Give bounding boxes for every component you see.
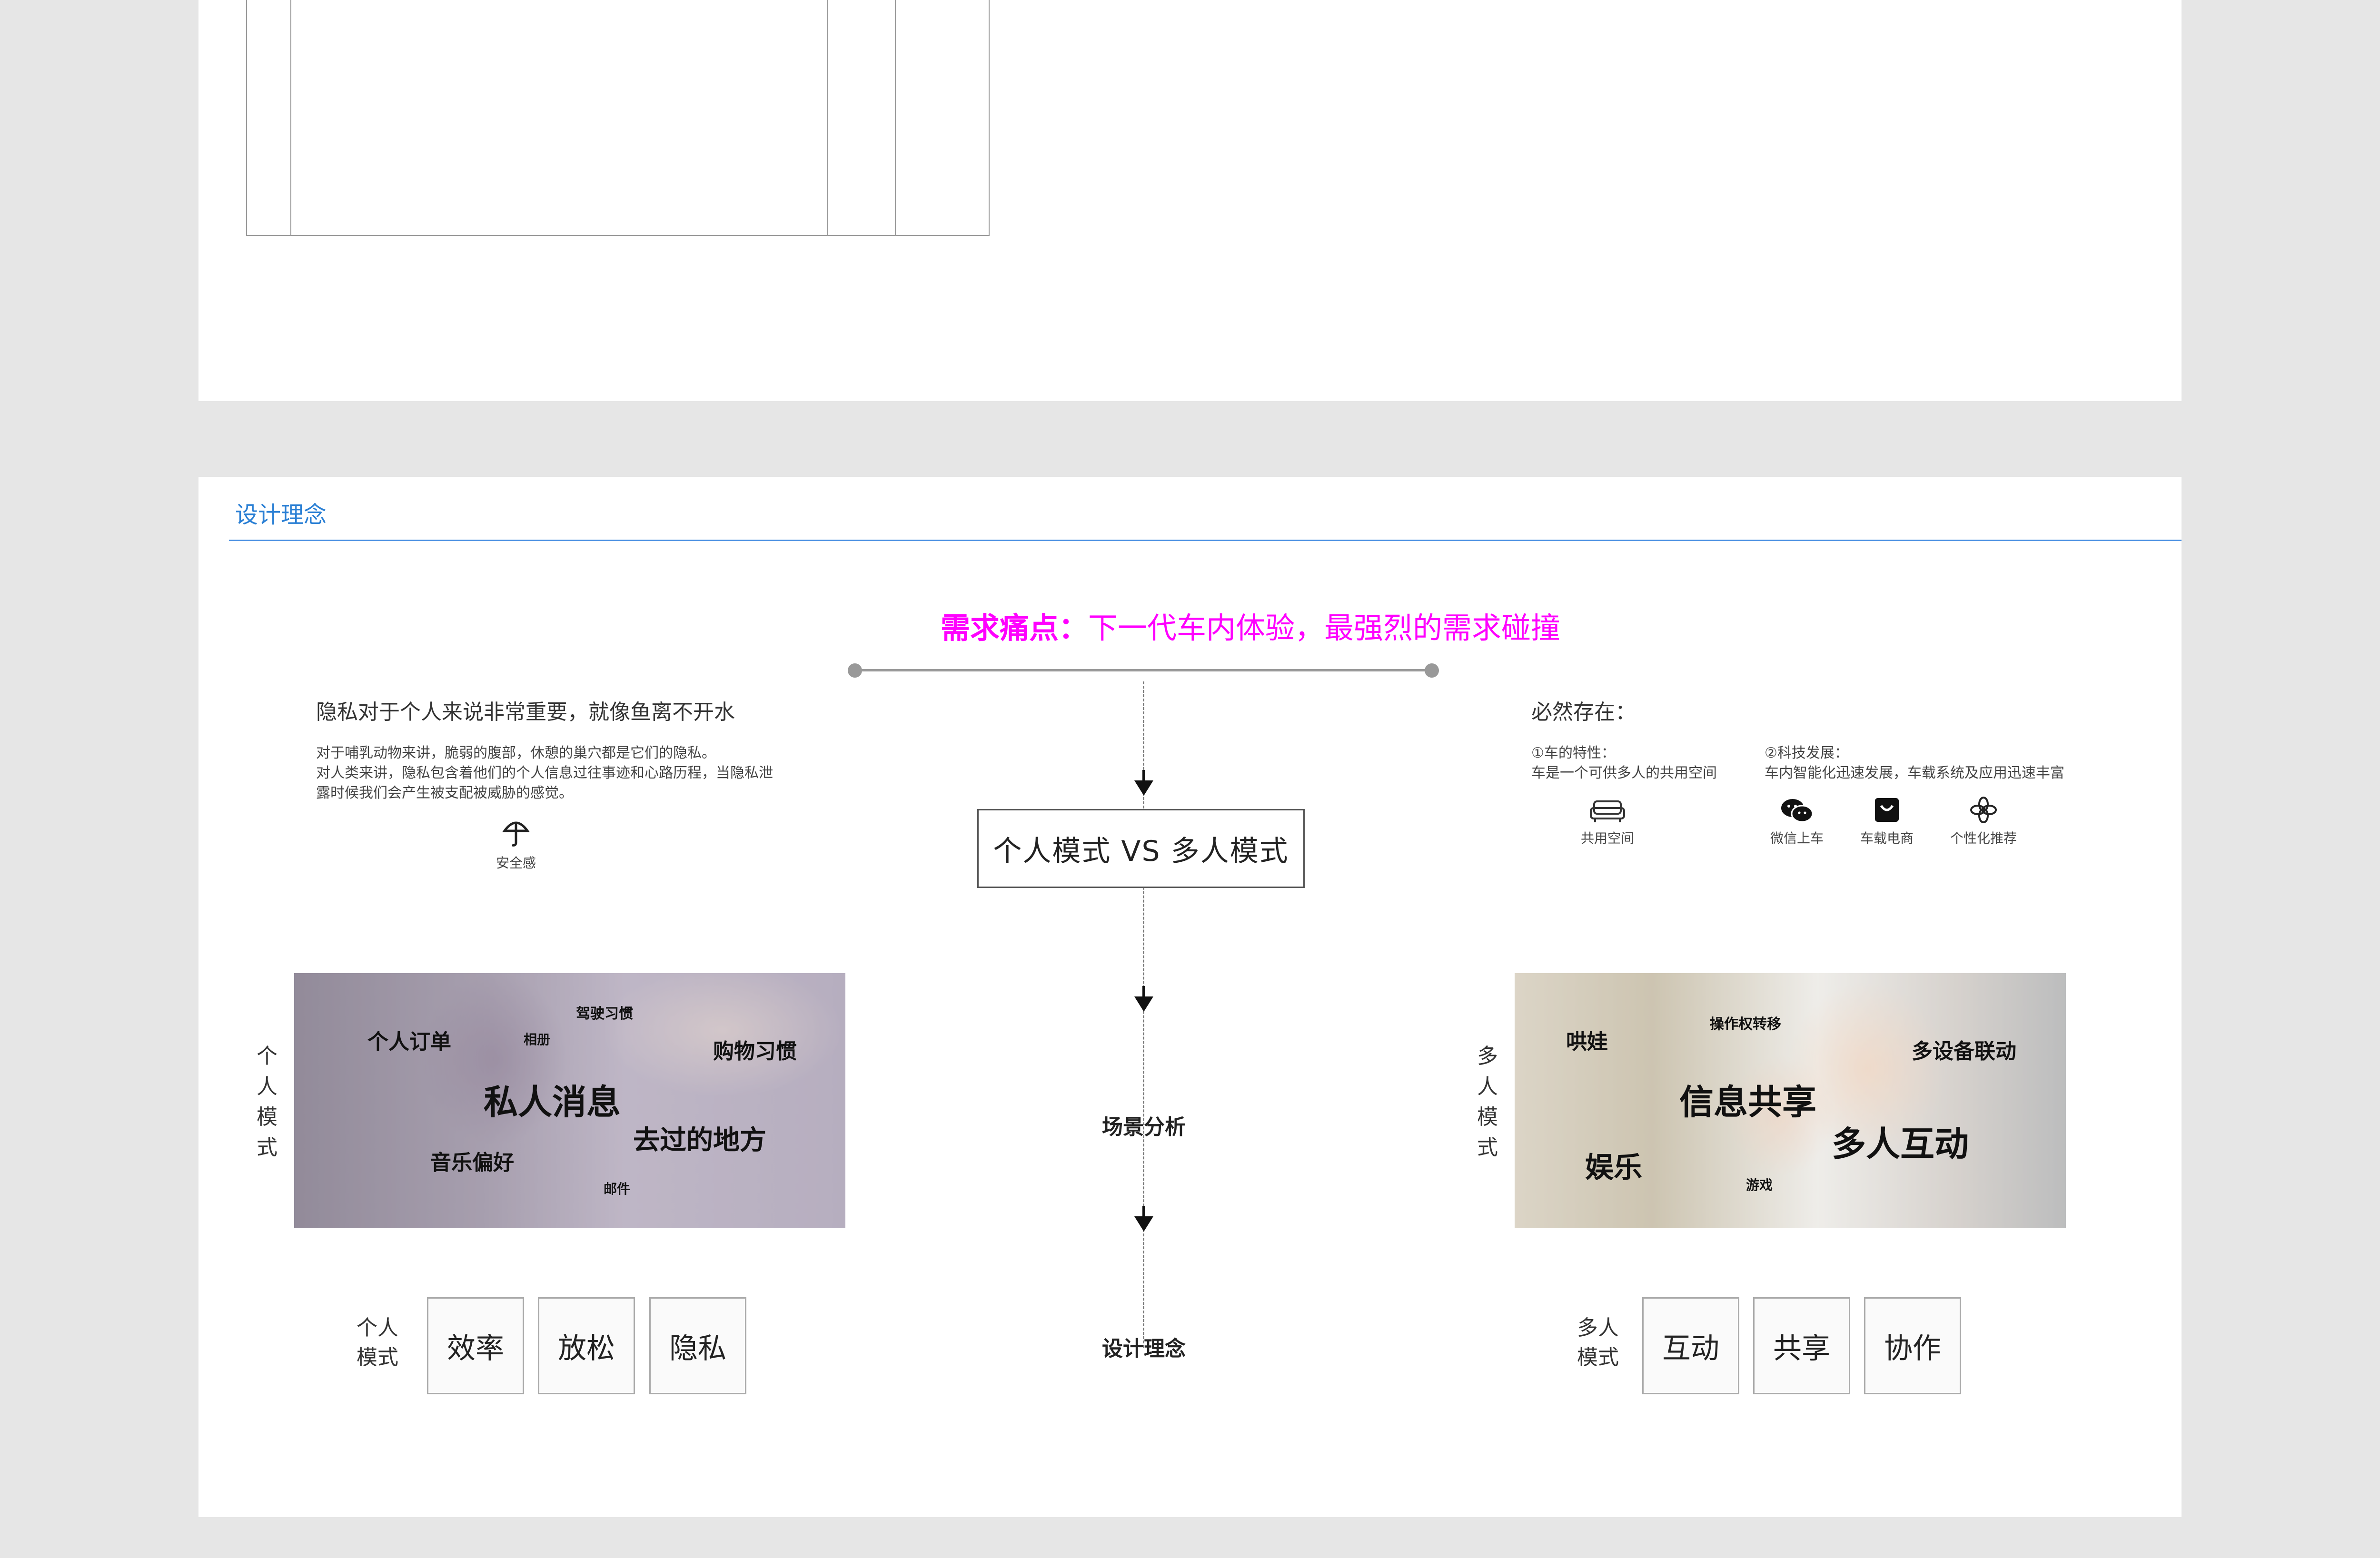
mode-char: 人 [257, 1075, 278, 1099]
umbrella-icon [499, 816, 533, 849]
word-cloud-item: 娱乐 [1585, 1151, 1642, 1184]
down-arrow-icon [1134, 996, 1153, 1012]
tech-development-block: ②科技发展： 车内智能化迅速发展，车载系统及应用迅速丰富 [1765, 743, 2064, 783]
mode-label-line: 个人 [357, 1316, 398, 1340]
tech-development-title: ②科技发展： [1765, 745, 1849, 761]
car-feature-text: 车是一个可供多人的共用空间 [1531, 765, 1717, 781]
icon-label: 个性化推荐 [1950, 830, 2017, 846]
design-concept-card: 设计理念 需求痛点：下一代车内体验，最强烈的需求碰撞 个人模式 VS 多人模式 … [198, 477, 2182, 1517]
multi-mode-photo: 操作权转移 哄娃 多设备联动 信息共享 多人互动 娱乐 游戏 [1515, 973, 2066, 1228]
table-line [246, 235, 990, 236]
privacy-heading: 隐私对于个人来说非常重要，就像鱼离不开水 [316, 700, 735, 724]
pain-point-label: 需求痛点： [940, 611, 1088, 645]
personal-mode-label: 个人 模式 [349, 1313, 406, 1372]
top-card [198, 0, 2182, 401]
tech-development-text: 车内智能化迅速发展，车载系统及应用迅速丰富 [1765, 765, 2064, 781]
table-line [827, 0, 828, 236]
keyword-box-efficiency: 效率 [427, 1297, 524, 1394]
word-cloud-item: 私人消息 [484, 1082, 621, 1122]
down-arrow-icon [1134, 1216, 1153, 1232]
table-line [989, 0, 990, 236]
keyword-box-privacy: 隐私 [649, 1297, 746, 1394]
word-cloud-item: 游戏 [1746, 1177, 1773, 1193]
keyword-box-collaboration: 协作 [1864, 1297, 1961, 1394]
design-concept-label: 设计理念 [1102, 1337, 1186, 1361]
keyword-box-sharing: 共享 [1753, 1297, 1850, 1394]
word-cloud-item: 个人订单 [367, 1030, 451, 1054]
section-divider [229, 540, 2182, 541]
arrow-stem [1142, 770, 1145, 781]
keyword-box-relax: 放松 [538, 1297, 635, 1394]
word-cloud-item: 操作权转移 [1710, 1016, 1781, 1033]
multi-mode-label: 多人 模式 [1569, 1313, 1626, 1372]
word-cloud-item: 购物习惯 [713, 1039, 797, 1064]
sofa-icon [1588, 797, 1626, 825]
security-label: 安全感 [496, 855, 536, 871]
word-cloud-item: 去过的地方 [633, 1125, 766, 1156]
bar-end-dot [1425, 663, 1439, 678]
word-cloud-item: 多人互动 [1832, 1124, 1969, 1164]
pain-point-bar [854, 669, 1432, 671]
mode-label-line: 模式 [1577, 1345, 1619, 1370]
pain-point-text: 下一代车内体验，最强烈的需求碰撞 [1088, 611, 1561, 645]
personal-mode-vertical-label: 个 人 模 式 [253, 1041, 281, 1163]
shopping-bag-icon [1870, 795, 1904, 825]
word-cloud-item: 相册 [524, 1032, 551, 1047]
arrow-stem [1142, 1206, 1145, 1217]
scene-analysis-label: 场景分析 [1102, 1115, 1186, 1139]
arrow-stem [1142, 986, 1145, 997]
car-feature-block: ①车的特性： 车是一个可供多人的共用空间 [1531, 743, 1717, 783]
keyword-box-interaction: 互动 [1642, 1297, 1739, 1394]
personal-mode-photo: 驾驶习惯 个人订单 相册 购物习惯 私人消息 去过的地方 音乐偏好 邮件 [294, 973, 845, 1228]
mode-char: 模 [257, 1105, 278, 1129]
inevitable-heading: 必然存在： [1531, 700, 1636, 724]
car-feature-title: ①车的特性： [1531, 745, 1616, 761]
table-line [290, 0, 291, 236]
privacy-body-line: 对人类来讲，隐私包含着他们的个人信息过往事迹和心路历程，当隐私泄 [316, 765, 773, 781]
down-arrow-icon [1134, 780, 1153, 796]
word-cloud-item: 邮件 [604, 1181, 631, 1197]
mode-char: 式 [257, 1135, 278, 1160]
flower-icon [1967, 795, 2000, 825]
mode-char: 个 [257, 1044, 278, 1068]
privacy-body-line: 对于哺乳动物来讲，脆弱的腹部，休憩的巢穴都是它们的隐私。 [316, 745, 716, 761]
mode-char: 式 [1477, 1135, 1498, 1160]
multi-mode-vertical-label: 多 人 模 式 [1473, 1041, 1502, 1163]
bar-end-dot [848, 663, 862, 678]
icon-label: 共用空间 [1580, 830, 1634, 846]
privacy-body-line: 露时候我们会产生被支配被威胁的感觉。 [316, 785, 573, 801]
mode-label-line: 多人 [1577, 1316, 1619, 1340]
icon-label: 车载电商 [1860, 830, 1914, 846]
vs-box: 个人模式 VS 多人模式 [977, 809, 1305, 888]
table-line [895, 0, 896, 236]
word-cloud-item: 哄娃 [1566, 1030, 1608, 1054]
pain-point-title: 需求痛点：下一代车内体验，最强烈的需求碰撞 [822, 609, 1679, 647]
mode-char: 多 [1477, 1044, 1498, 1068]
word-cloud-item: 音乐偏好 [430, 1151, 514, 1175]
icon-label: 微信上车 [1770, 830, 1824, 846]
wechat-icon [1778, 797, 1816, 825]
table-line [246, 0, 247, 236]
word-cloud-item: 信息共享 [1679, 1082, 1817, 1122]
mode-char: 模 [1477, 1105, 1498, 1129]
mode-char: 人 [1477, 1075, 1498, 1099]
mode-label-line: 模式 [357, 1345, 398, 1370]
word-cloud-item: 驾驶习惯 [576, 1006, 633, 1022]
word-cloud-item: 多设备联动 [1912, 1039, 2016, 1064]
privacy-body: 对于哺乳动物来讲，脆弱的腹部，休憩的巢穴都是它们的隐私。 对人类来讲，隐私包含着… [316, 743, 773, 803]
section-title: 设计理念 [235, 502, 327, 528]
